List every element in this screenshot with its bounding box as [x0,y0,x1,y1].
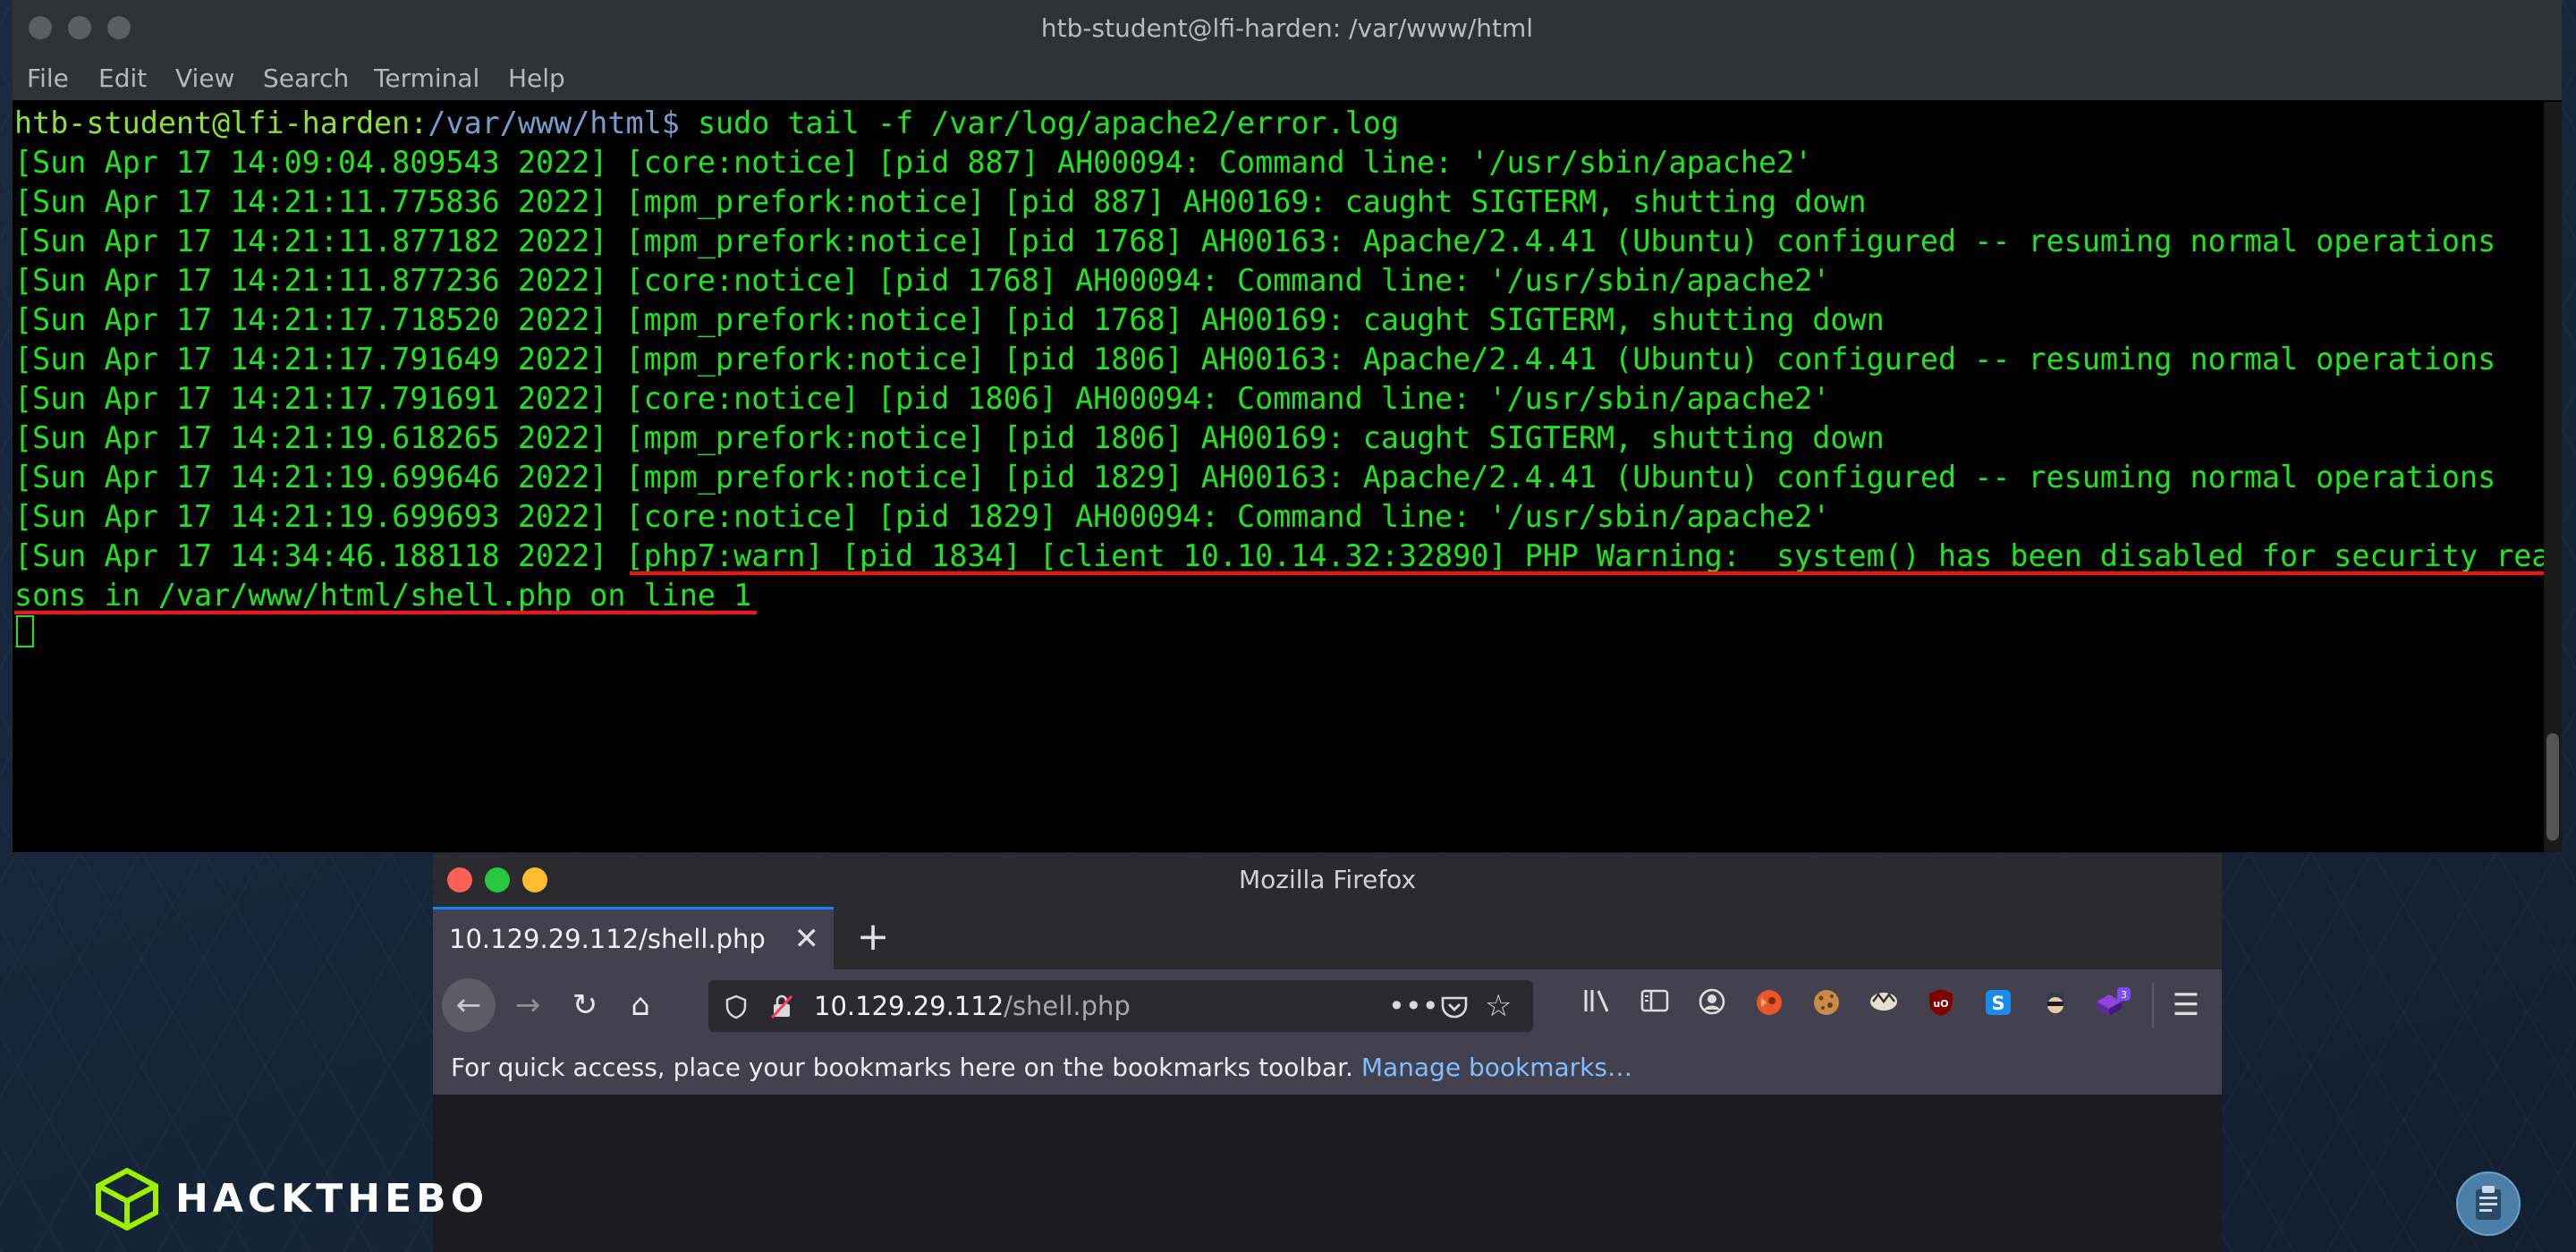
bookmarks-toolbar: For quick access, place your bookmarks h… [433,1041,2222,1095]
prompt-user: htb-student@lfi-harden [14,106,411,140]
menu-terminal[interactable]: Terminal [374,57,479,100]
page-actions-ellipsis-icon[interactable]: ••• [1388,980,1439,1032]
terminal-menubar: File Edit View Search Terminal Help [13,57,2562,100]
library-icon[interactable] [1580,987,1615,1023]
reload-icon[interactable]: ↻ [558,978,612,1032]
terminal-titlebar: htb-student@lfi-harden: /var/www/html [13,0,2562,57]
firefox-titlebar: Mozilla Firefox [433,853,2222,907]
extension-cube-icon[interactable]: 3 [2095,987,2131,1023]
tab-bar: 10.129.29.112/shell.php ✕ + [433,907,2222,969]
highlight-underline [14,611,757,614]
bookmarks-hint: For quick access, place your bookmarks h… [451,1041,1632,1095]
bookmark-star-icon[interactable]: ☆ [1485,980,1512,1032]
log-line: [Sun Apr 17 14:21:19.618265 2022] [mpm_p… [14,420,1885,455]
tab-shell-php[interactable]: 10.129.29.112/shell.php ✕ [433,907,834,969]
wappalyzer-extension-icon[interactable] [1866,987,1902,1023]
foxyproxy-extension-icon[interactable] [1751,987,1787,1023]
menu-file[interactable]: File [27,57,69,100]
url-host: 10.129.29.112 [814,991,1004,1021]
menu-view[interactable]: View [175,57,234,100]
url-path: /shell.php [1004,991,1131,1021]
hackthebox-brand-text: HACKTHEBO [175,1176,489,1222]
terminal-prompt-line: htb-student@lfi-harden:/var/www/html$ su… [14,104,1399,143]
firefox-window: Mozilla Firefox 10.129.29.112/shell.php … [433,853,2222,1252]
clipboard-icon[interactable] [2456,1172,2521,1236]
svg-text:uO: uO [1933,998,1948,1010]
prompt-path: /var/www/html [428,106,662,140]
log-line: [Sun Apr 17 14:21:19.699693 2022] [core:… [14,499,1831,534]
page-content[interactable] [433,1095,2222,1252]
log-line: [Sun Apr 17 14:21:11.877182 2022] [mpm_p… [14,224,2496,258]
terminal-cursor [16,615,34,647]
log-line-php-warning-cont: sons in /var/www/html/shell.php on line … [14,578,752,613]
cookie-editor-extension-icon[interactable] [1809,987,1844,1023]
log-line: [Sun Apr 17 14:21:17.791649 2022] [mpm_p… [14,342,2496,376]
prompt-separator: : [410,106,428,140]
log-line-php-warning: [Sun Apr 17 14:34:46.188118 2022] [php7:… [14,538,2550,573]
forward-arrow-icon[interactable]: → [501,978,555,1032]
log-line: [Sun Apr 17 14:09:04.809543 2022] [core:… [14,145,1813,180]
new-tab-icon[interactable]: + [846,907,900,969]
url-bar[interactable]: 10.129.29.112/shell.php ••• ☆ [708,980,1533,1032]
log-line: [Sun Apr 17 14:21:11.877236 2022] [core:… [14,263,1831,298]
menu-help[interactable]: Help [508,57,565,100]
highlight-underline [630,571,2553,575]
bookmarks-hint-text: For quick access, place your bookmarks h… [451,1053,1353,1082]
svg-text:S: S [1991,993,2004,1014]
url-text[interactable]: 10.129.29.112/shell.php [814,980,1131,1032]
log-line: [Sun Apr 17 14:21:17.718520 2022] [mpm_p… [14,302,1885,337]
navigation-toolbar: ← → ↻ ⌂ 10.129.29.112/shell.php ••• ☆ uO… [433,969,2222,1041]
terminal-scrollbar-thumb[interactable] [2546,733,2559,841]
log-line: [Sun Apr 17 14:21:17.791691 2022] [core:… [14,381,1831,416]
insecure-lock-icon[interactable] [769,980,794,1032]
sidebar-icon[interactable] [1637,987,1673,1023]
prompt-command: sudo tail -f /var/log/apache2/error.log [697,106,1399,140]
tab-label: 10.129.29.112/shell.php [449,924,766,954]
pocket-icon[interactable] [1440,980,1469,1032]
terminal-title: htb-student@lfi-harden: /var/www/html [1040,13,1534,43]
prompt-symbol: $ [661,106,698,140]
s-extension-icon[interactable]: S [1980,987,2016,1023]
hackthebox-logo-icon [96,1168,158,1231]
terminal-window: htb-student@lfi-harden: /var/www/html Fi… [13,0,2562,852]
home-icon[interactable]: ⌂ [614,978,667,1032]
close-tab-icon[interactable]: ✕ [794,909,820,969]
account-icon[interactable] [1694,987,1730,1023]
extension-badge-count: 3 [2121,989,2127,1001]
manage-bookmarks-link[interactable]: Manage bookmarks… [1361,1053,1632,1082]
log-line: [Sun Apr 17 14:21:19.699646 2022] [mpm_p… [14,460,2496,495]
menu-search[interactable]: Search [263,57,349,100]
back-arrow-icon[interactable]: ← [442,978,496,1032]
spy-extension-icon[interactable] [2038,987,2073,1023]
hamburger-menu-icon[interactable]: ☰ [2168,987,2204,1023]
terminal-output[interactable]: htb-student@lfi-harden:/var/www/html$ su… [13,102,2553,852]
ublock-origin-extension-icon[interactable]: uO [1923,987,1959,1023]
log-line: [Sun Apr 17 14:21:11.775836 2022] [mpm_p… [14,184,1867,219]
toolbar-separator [2152,983,2154,1028]
firefox-title: Mozilla Firefox [1238,865,1417,894]
menu-edit[interactable]: Edit [98,57,147,100]
shield-icon[interactable] [724,980,748,1032]
